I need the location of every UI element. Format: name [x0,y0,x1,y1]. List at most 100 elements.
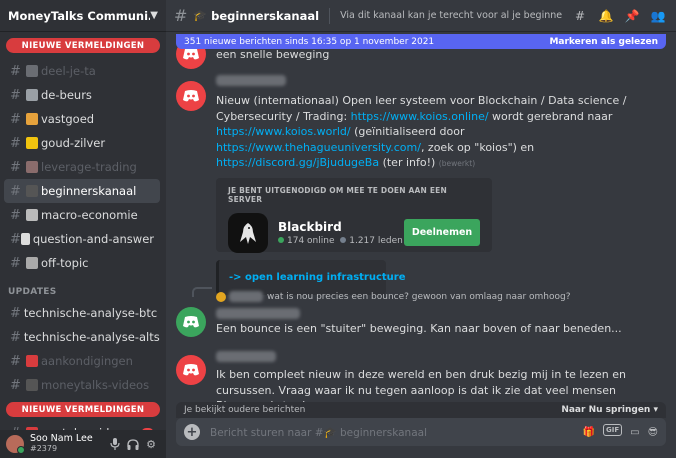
sidebar-item-macro-economie[interactable]: # macro-economie [4,203,160,227]
sidebar-item-youtube-videos[interactable]: #youtube-videos1 [4,421,160,430]
message-composer[interactable]: + Bericht sturen naar #🎓 beginnerskanaal… [176,418,666,446]
gear-icon[interactable]: ⚙ [142,435,160,453]
mark-as-read-button[interactable]: Markeren als gelezen [549,37,658,47]
sidebar-item-deel-je-ta[interactable]: # deel-je-ta [4,59,160,83]
username-blurred[interactable] [216,75,286,86]
username-blurred[interactable] [216,351,276,362]
avatar[interactable] [176,81,206,111]
channel-label: goud-zilver [41,136,106,150]
edited-label: (bewerkt) [438,159,476,168]
sidebar-item-technische-analyse-btc[interactable]: # technische-analyse-btc [4,301,160,325]
link-discord-invite[interactable]: https://discord.gg/jBjudugeBa [216,156,379,169]
pin-icon[interactable]: 📌 [622,6,642,26]
sidebar-item-moneytalks-videos[interactable]: # moneytalks-videos [4,373,160,397]
invite-server-name: Blackbird [278,219,342,234]
category-updates[interactable]: UPDATES [0,275,166,301]
message-text: Een bounce is een "stuiter" beweging. Ka… [216,322,622,335]
hash-icon: # [10,329,21,345]
hash-icon: # [10,183,21,199]
sidebar-item-de-beurs[interactable]: # de-beurs [4,83,160,107]
microphone-icon[interactable] [106,435,124,453]
jump-to-present-button[interactable]: Naar Nu springen ▾ [561,405,658,415]
add-attachment-button[interactable]: + [184,424,200,440]
join-server-button[interactable]: Deelnemen [404,219,480,246]
hash-icon: # [10,231,21,247]
embed-title[interactable]: -> open learning infrastructure [229,272,406,283]
link-koios-online[interactable]: https://www.koios.online/ [351,110,489,123]
channel-label: off-topic [41,256,89,270]
channel-label: leverage-trading [41,160,137,174]
channel-label: vastgoed [41,112,95,126]
text-segment: wordt gerebrand naar [488,109,613,123]
older-messages-bar: Je bekijkt oudere berichten Naar Nu spri… [176,402,666,418]
sticker-icon[interactable]: ▭ [630,424,639,440]
online-count: 174 online [287,235,335,246]
channel-label: macro-economie [41,208,138,222]
sidebar-item-leverage-trading[interactable]: # leverage-trading [4,155,160,179]
link-hague-university[interactable]: https://www.thehagueuniversity.com/ [216,141,421,154]
new-mentions-pill-bottom[interactable]: NIEUWE VERMELDINGEN [6,402,160,417]
channel-emoji-icon [26,137,38,149]
chevron-down-icon[interactable]: ▼ [150,10,158,21]
members-icon[interactable]: 👥 [648,6,668,26]
headphones-icon[interactable] [124,435,142,453]
user-panel: Soo Nam Lee #2379 ⚙ [0,430,166,458]
invite-heading: JE BENT UITGENODIGD OM MEE TE DOEN AAN E… [228,185,447,204]
message-input[interactable]: Bericht sturen naar #🎓 beginnerskanaal [210,426,583,439]
emoji-icon[interactable]: 😎 [648,424,658,440]
username-blurred[interactable] [229,291,263,302]
avatar [216,291,226,302]
channel-label: question-and-answer [32,232,154,246]
user-name: Soo Nam Lee [30,433,93,444]
hash-icon: # [10,159,21,175]
threads-icon[interactable]: # [570,6,590,26]
hash-icon: # [10,111,21,127]
channel-list: #nft's#deel-je-ta#de-beurs#vastgoed#goud… [0,33,166,430]
bell-icon[interactable]: 🔔 [596,6,616,26]
graduation-cap-icon: 🎓 [193,9,208,22]
member-count: 1.217 leden [349,235,403,246]
server-invite-card: JE BENT UITGENODIGD OM MEE TE DOEN AAN E… [216,177,492,253]
hash-icon: # [10,207,21,223]
hash-icon: # [10,255,21,271]
gift-icon[interactable]: 🎁 [583,424,595,440]
sidebar-item-goud-zilver[interactable]: # goud-zilver [4,131,160,155]
hash-icon: # [10,305,21,321]
channel-topic[interactable]: Via dit kanaal kan je terecht voor al je… [340,10,562,21]
avatar[interactable] [6,435,25,454]
header-divider [329,7,331,24]
hash-icon: # [10,377,21,393]
avatar[interactable] [176,307,206,337]
link-koios-world[interactable]: https://www.koios.world/ [216,125,351,138]
message-previous: een snelle beweging [176,39,662,69]
message-koios: Nieuw (internationaal) Open leer systeem… [176,75,662,295]
online-dot-icon [278,236,284,243]
sidebar-item-question-and-answer[interactable]: # question-and-answer [4,227,160,251]
blackbird-logo-icon[interactable] [228,212,268,253]
server-header[interactable]: MoneyTalks Communi… ▼ [0,0,166,32]
message-bounce-reply: wat is nou precies een bounce? gewoon va… [176,287,662,337]
channel-label: aankondigingen [41,354,133,368]
new-messages-bar[interactable]: 351 nieuwe berichten sinds 16:35 op 1 no… [176,34,666,49]
message-text: een snelle beweging [216,48,330,61]
sidebar-item-aankondigingen[interactable]: # aankondigingen [4,349,160,373]
sidebar-item-off-topic[interactable]: # off-topic [4,251,160,275]
avatar[interactable] [176,355,206,385]
hash-icon: # [10,87,21,103]
channel-emoji-icon [26,65,38,77]
link-embed[interactable]: -> open learning infrastructure [216,259,406,295]
channel-emoji-icon [26,355,38,367]
text-segment: (geïnitialiseerd door [350,125,465,138]
channel-emoji-icon [26,89,38,101]
jump-label[interactable]: Naar Nu springen [561,405,650,415]
sidebar-item-beginnerskanaal[interactable]: # beginnerskanaal [4,179,160,203]
channel-label: moneytalks-videos [41,378,150,392]
username-blurred[interactable] [216,308,300,319]
reply-preview[interactable]: wat is nou precies een bounce? gewoon va… [216,291,662,302]
sidebar-item-technische-analyse-alts[interactable]: # technische-analyse-alts [4,325,160,349]
message-newcomer: Ik ben compleet nieuw in deze wereld en … [176,351,662,402]
gif-button[interactable]: GIF [602,424,623,436]
channel-label: beginnerskanaal [41,184,137,198]
sidebar-item-vastgoed[interactable]: # vastgoed [4,107,160,131]
new-mentions-pill-top[interactable]: NIEUWE VERMELDINGEN [6,38,160,53]
